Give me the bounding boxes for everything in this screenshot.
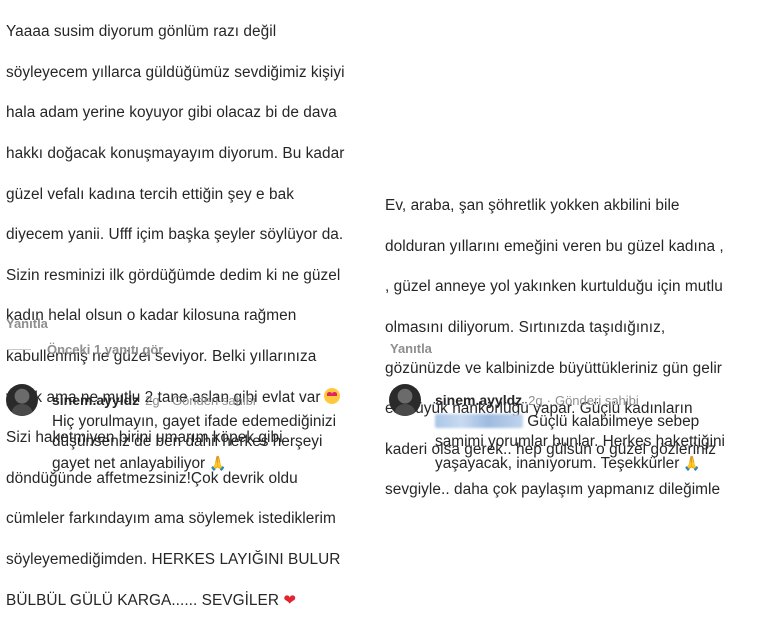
- comment-line: , güzel anneye yol yakınken kurtulduğu i…: [385, 278, 723, 296]
- comment-line: gözünüzde ve kalbinizde büyüttükleriniz …: [385, 359, 722, 377]
- blurred-mention-link[interactable]: [435, 414, 523, 428]
- reply-button[interactable]: Yanıtla: [6, 316, 48, 331]
- view-previous-replies-button[interactable]: Önceki 1 yanıtı gör: [7, 342, 163, 357]
- comment-line: söyleyemediğimden. HERKES LAYIĞINI BULUR: [6, 551, 341, 569]
- comment-line: Yaaaa susim diyorum gönlüm razı değil: [6, 23, 277, 41]
- reply-time: 2g: [145, 392, 160, 408]
- comment-line: hala adam yerine koyuyor gibi olacaz bi …: [6, 104, 337, 122]
- replies-divider: [7, 349, 31, 350]
- comment-line-text: BÜLBÜL GÜLÜ KARGA...... SEVGİLER: [6, 591, 280, 609]
- meta-separator: ·: [546, 392, 551, 408]
- reply-text: Hiç yorulmayın, gayet ifade edemediğiniz…: [52, 413, 337, 472]
- owner-reply: sinem.ayyldz 2g · Gönderi sahibi Hiç yor…: [6, 384, 380, 474]
- username-link[interactable]: sinem.ayyldz: [435, 392, 522, 408]
- reply-body: Hiç yorulmayın, gayet ifade edemediğiniz…: [52, 412, 380, 474]
- avatar[interactable]: [6, 384, 38, 416]
- comment-line: söyleyecem yıllarca güldüğümüz sevdiğimi…: [6, 63, 345, 81]
- comment-line: sevgiyle.. daha çok paylaşım yapmanız di…: [385, 481, 721, 499]
- view-replies-label: Önceki 1 yanıtı gör: [47, 342, 164, 357]
- reply-text-first: Güçlü kalabilmeye sebep: [523, 413, 700, 430]
- comment-line: cümleler farkındayım ama söylemek istedi…: [6, 510, 336, 528]
- praying-hands-emoji-icon: 🙏: [683, 454, 701, 471]
- meta-separator: ·: [163, 392, 168, 408]
- comment-line: dolduran yıllarını emeğini veren bu güze…: [385, 237, 724, 255]
- heart-emoji-icon: ❤: [283, 591, 296, 609]
- comment-line: diyecem yanii. Ufff içim başka şeyler sö…: [6, 226, 344, 244]
- username-link[interactable]: sinem.ayyldz: [52, 392, 139, 408]
- author-badge: Gönderi sahibi: [171, 392, 256, 408]
- comment-line: olmasını diliyorum. Sırtınızda taşıdığın…: [385, 319, 666, 337]
- owner-reply: sinem.ayyldz 2g · Gönderi sahibi Güçlü k…: [389, 384, 770, 474]
- author-badge: Gönderi sahibi: [554, 392, 639, 408]
- praying-hands-emoji-icon: 🙏: [209, 454, 227, 471]
- reply-button[interactable]: Yanıtla: [390, 341, 432, 356]
- comment-line: kadın helal olsun o kadar kilosuna rağme…: [6, 307, 297, 325]
- comment-body: Yaaaa susim diyorum gönlüm razı değil sö…: [6, 2, 378, 631]
- comment-line: Ev, araba, şan şöhretlik yokken akbilini…: [385, 197, 680, 215]
- reply-text-rest: samimi yorumlar bunlar. Herkes hakettiği…: [435, 433, 725, 472]
- reply-time: 2g: [528, 392, 543, 408]
- comment-line: hakkı doğacak konuşmayayım diyorum. Bu k…: [6, 145, 345, 163]
- avatar[interactable]: [389, 384, 421, 416]
- reply-body: Güçlü kalabilmeye sebep samimi yorumlar …: [435, 412, 770, 474]
- comment-line: Sizin resminizi ilk gördüğümde dedim ki …: [6, 266, 341, 284]
- comment-line: BÜLBÜL GÜLÜ KARGA...... SEVGİLER ❤: [6, 591, 378, 611]
- comment-line: güzel vefalı kadına tercih ettiğin şey e…: [6, 185, 294, 203]
